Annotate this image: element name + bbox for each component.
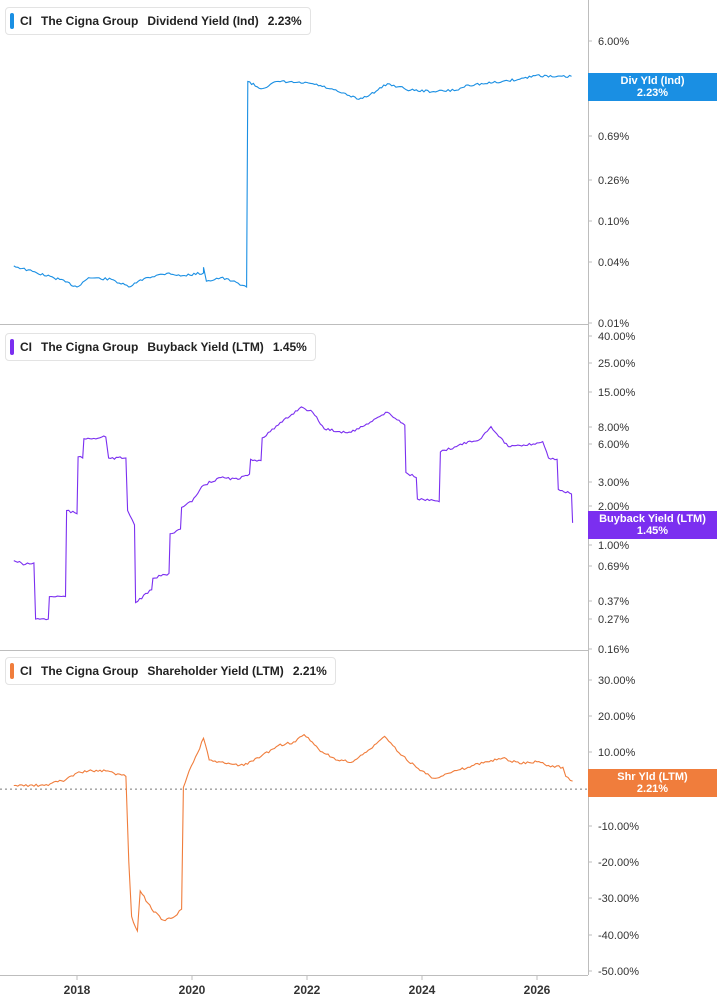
series-color-swatch [10, 339, 14, 355]
legend-metric: Dividend Yield (Ind) [147, 14, 259, 28]
last-value-name: Shr Yld (LTM) [617, 771, 688, 783]
series-line-shareholder [13, 733, 573, 934]
last-value-label-buyback: Buyback Yield (LTM) 1.45% [588, 511, 717, 539]
legend-metric: Shareholder Yield (LTM) [147, 664, 284, 678]
y-tick-label: 25.00% [598, 358, 636, 370]
y-tick-label: 8.00% [598, 422, 629, 434]
legend-company: The Cigna Group [41, 14, 139, 28]
y-tick-label: 40.00% [598, 331, 636, 343]
series-line-dividend [13, 74, 572, 288]
last-value-number: 2.23% [636, 87, 669, 99]
y-tick-label: 0.69% [598, 131, 629, 143]
y-tick-label: 6.00% [598, 36, 629, 48]
y-tick-label: 0.04% [598, 257, 629, 269]
y-tick-label: 0.10% [598, 216, 629, 228]
legend-value: 1.45% [272, 340, 307, 354]
y-tick-label: 0.27% [598, 614, 629, 626]
chart-canvas: 6.00%2.00%0.69%0.26%0.10%0.04%0.01%40.00… [0, 0, 639, 997]
legend-value: 2.21% [292, 664, 327, 678]
last-value-label-shareholder: Shr Yld (LTM) 2.21% [588, 769, 717, 797]
y-tick-label: 0.01% [598, 318, 629, 330]
y-tick-label: 30.00% [598, 675, 636, 687]
x-tick-label: 2020 [179, 983, 206, 997]
y-tick-label: 10.00% [598, 747, 636, 759]
last-value-label-dividend: Div Yld (Ind) 2.23% [588, 73, 717, 101]
y-tick-label: 0.16% [598, 644, 629, 656]
y-tick-label: 0.37% [598, 596, 629, 608]
x-tick-label: 2022 [294, 983, 321, 997]
legend-buyback-yield: CI The Cigna Group Buyback Yield (LTM) 1… [5, 333, 316, 361]
last-value-name: Div Yld (Ind) [620, 75, 685, 87]
y-tick-label: 1.00% [598, 540, 629, 552]
legend-company: The Cigna Group [41, 340, 139, 354]
y-tick-label: 20.00% [598, 711, 636, 723]
last-value-number: 2.21% [636, 783, 669, 795]
legend-dividend-yield: CI The Cigna Group Dividend Yield (Ind) … [5, 7, 311, 35]
series-line-buyback [13, 406, 574, 621]
y-tick-label: 0.26% [598, 175, 629, 187]
y-tick-label: 0.69% [598, 561, 629, 573]
y-tick-label: 6.00% [598, 439, 629, 451]
y-tick-label: 3.00% [598, 477, 629, 489]
x-tick-label: 2026 [524, 983, 551, 997]
legend-ticker: CI [20, 14, 32, 28]
y-tick-label: -40.00% [598, 930, 639, 942]
legend-ticker: CI [20, 340, 32, 354]
y-tick-label: 15.00% [598, 387, 636, 399]
x-tick-label: 2018 [64, 983, 91, 997]
last-value-number: 1.45% [636, 525, 669, 537]
legend-metric: Buyback Yield (LTM) [147, 340, 264, 354]
x-tick-label: 2024 [409, 983, 436, 997]
last-value-name: Buyback Yield (LTM) [599, 513, 706, 525]
series-color-swatch [10, 13, 14, 29]
legend-ticker: CI [20, 664, 32, 678]
y-tick-label: -20.00% [598, 857, 639, 869]
series-color-swatch [10, 663, 14, 679]
y-tick-label: -50.00% [598, 966, 639, 978]
y-tick-label: -10.00% [598, 821, 639, 833]
legend-value: 2.23% [267, 14, 302, 28]
y-tick-label: -30.00% [598, 893, 639, 905]
legend-shareholder-yield: CI The Cigna Group Shareholder Yield (LT… [5, 657, 336, 685]
legend-company: The Cigna Group [41, 664, 139, 678]
